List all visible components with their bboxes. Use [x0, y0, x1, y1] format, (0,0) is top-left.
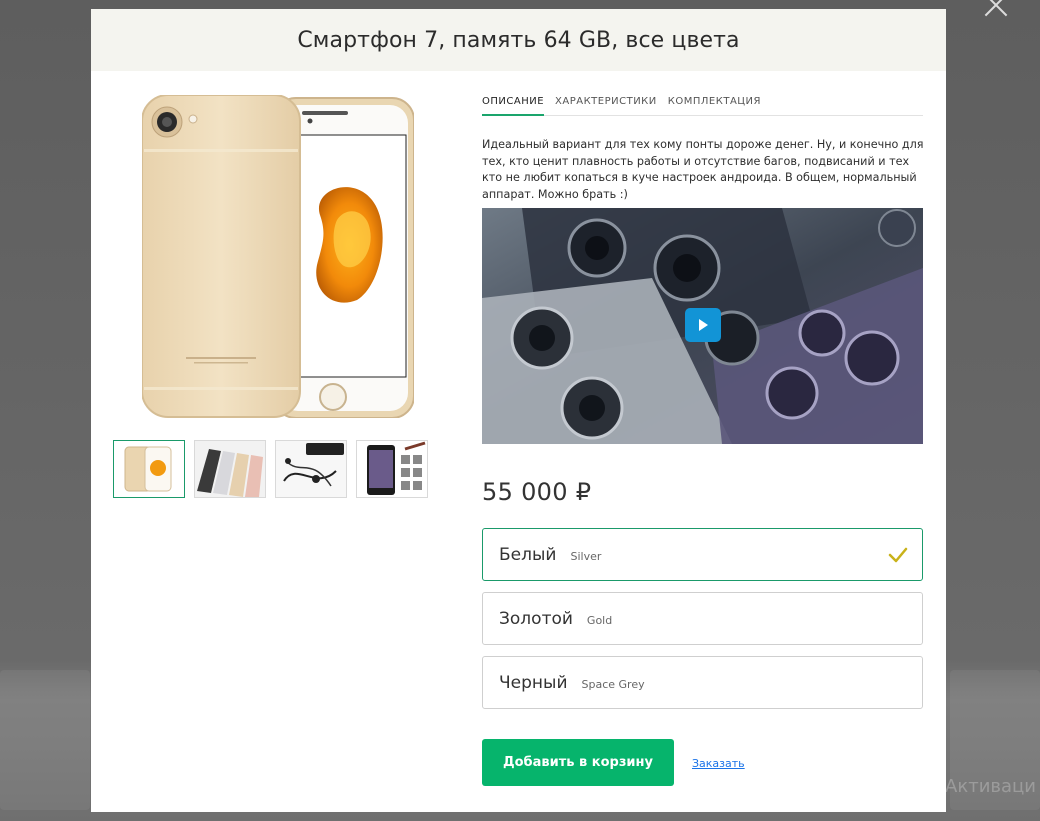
- color-option-name: Черный: [499, 672, 568, 693]
- product-tabs: ОПИСАНИЕ ХАРАКТЕРИСТИКИ КОМПЛЕКТАЦИЯ: [482, 93, 923, 116]
- color-option-silver[interactable]: Белый Silver: [482, 528, 923, 581]
- product-video[interactable]: [482, 208, 923, 444]
- play-button[interactable]: [685, 308, 721, 342]
- tab-description[interactable]: ОПИСАНИЕ: [482, 93, 545, 116]
- add-to-cart-button[interactable]: Добавить в корзину: [482, 739, 674, 786]
- tab-specifications[interactable]: ХАРАКТЕРИСТИКИ: [555, 93, 657, 112]
- color-option-name: Золотой: [499, 608, 573, 629]
- color-option-space-grey[interactable]: Черный Space Grey: [482, 656, 923, 709]
- product-modal: Смартфон 7, память 64 GB, все цвета ОПИС…: [91, 9, 946, 812]
- thumbnail-earphones-cable[interactable]: [275, 440, 347, 498]
- color-option-subtitle: Silver: [570, 549, 602, 563]
- thumbnail-phone-colors[interactable]: [194, 440, 266, 498]
- close-icon[interactable]: [982, 0, 1010, 20]
- tab-package-contents[interactable]: КОМПЛЕКТАЦИЯ: [668, 93, 761, 112]
- thumbnail-strip: [113, 440, 428, 498]
- checkmark-icon: [888, 547, 908, 563]
- modal-header: Смартфон 7, память 64 GB, все цвета: [91, 9, 946, 71]
- thumbnail-gold-phone[interactable]: [113, 440, 185, 498]
- color-option-subtitle: Gold: [586, 613, 613, 627]
- color-option-subtitle: Space Grey: [581, 677, 645, 691]
- thumbnail-phone-screens[interactable]: [356, 440, 428, 498]
- background-watermark: Активаци: [945, 776, 1036, 797]
- background-product-tile: [0, 670, 90, 810]
- product-price: 55 000 ₽: [482, 478, 592, 506]
- color-option-name: Белый: [499, 544, 557, 565]
- modal-title: Смартфон 7, память 64 GB, все цвета: [297, 27, 740, 53]
- order-link[interactable]: Заказать: [692, 757, 745, 770]
- play-icon: [699, 319, 708, 331]
- product-main-image: [141, 94, 415, 419]
- color-option-gold[interactable]: Золотой Gold: [482, 592, 923, 645]
- product-description: Идеальный вариант для тех кому понты дор…: [482, 138, 924, 201]
